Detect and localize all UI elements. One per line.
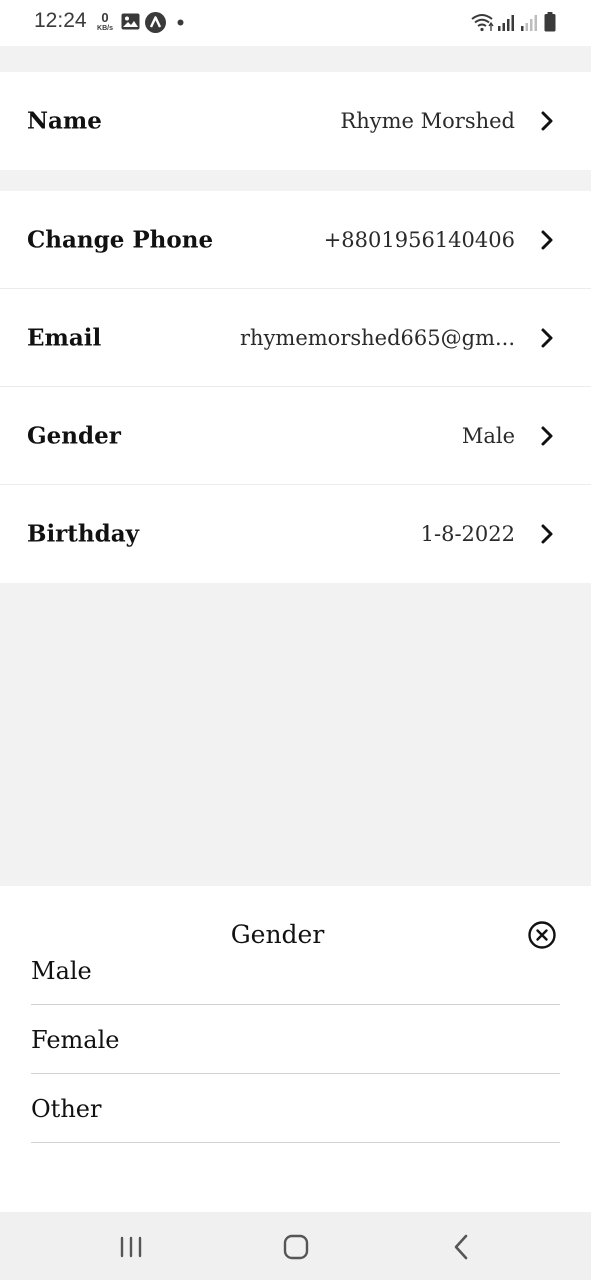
gender-option-male[interactable]: Male <box>31 936 560 1005</box>
recent-apps-icon[interactable] <box>114 1232 148 1262</box>
option-label: Female <box>31 1026 120 1054</box>
signal-icon <box>498 15 514 31</box>
net-speed-unit: KB/s <box>97 25 113 32</box>
details-group: Change Phone +8801956140406 Email rhymem… <box>0 191 591 583</box>
gender-option-other[interactable]: Other <box>31 1074 560 1143</box>
chevron-right-icon <box>541 426 553 445</box>
name-group: Name Rhyme Morshed <box>0 72 591 170</box>
wifi-icon <box>471 14 494 32</box>
chevron-right-icon <box>541 524 553 544</box>
gender-option-female[interactable]: Female <box>31 1005 560 1074</box>
navigation-bar <box>0 1212 591 1280</box>
name-label: Name <box>27 107 102 135</box>
home-icon[interactable] <box>279 1232 313 1262</box>
image-icon <box>121 13 140 30</box>
net-speed-value: 0 <box>101 10 109 25</box>
row-birthday[interactable]: Birthday 1-8-2022 <box>0 485 591 583</box>
phone-value: +8801956140406 <box>323 227 515 252</box>
name-value: Rhyme Morshed <box>340 109 515 133</box>
row-name[interactable]: Name Rhyme Morshed <box>0 72 591 170</box>
option-label: Male <box>31 957 92 985</box>
email-label: Email <box>27 324 102 351</box>
chevron-right-icon <box>541 111 553 131</box>
battery-icon <box>544 12 556 32</box>
option-label: Other <box>31 1095 102 1123</box>
birthday-value: 1-8-2022 <box>420 522 515 546</box>
dot-icon <box>177 19 184 26</box>
back-icon[interactable] <box>445 1232 479 1262</box>
status-bar: 12:24 0 KB/s <box>0 0 591 46</box>
email-value: rhymemorshed665@gm... <box>240 325 515 350</box>
birthday-label: Birthday <box>27 520 139 548</box>
gender-label: Gender <box>27 422 121 449</box>
gender-value: Male <box>461 423 515 448</box>
net-speed: 0 KB/s <box>94 11 116 32</box>
row-change-phone[interactable]: Change Phone +8801956140406 <box>0 191 591 289</box>
status-time: 12:24 <box>34 9 87 32</box>
change-phone-label: Change Phone <box>27 226 214 253</box>
app-a-icon <box>145 12 166 33</box>
row-gender[interactable]: Gender Male <box>0 387 591 485</box>
chevron-right-icon <box>541 230 553 249</box>
row-email[interactable]: Email rhymemorshed665@gm... <box>0 289 591 387</box>
chevron-right-icon <box>541 328 553 347</box>
gender-bottom-sheet: Gender Male Female Other <box>0 886 591 1212</box>
signal-icon <box>521 15 537 31</box>
